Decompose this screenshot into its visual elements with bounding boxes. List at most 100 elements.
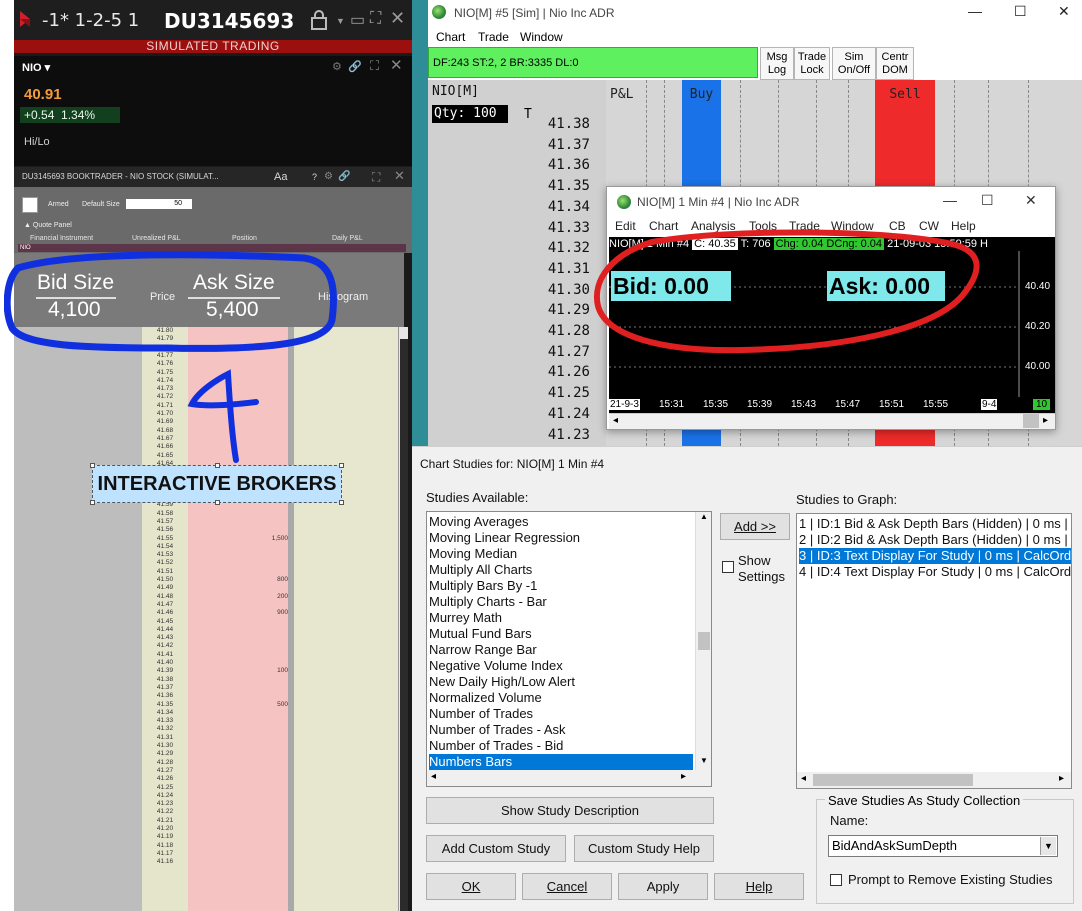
armed-checkbox[interactable] xyxy=(22,197,38,213)
prompt-remove-checkbox[interactable] xyxy=(830,874,842,886)
scroll-right-icon[interactable]: ▸ xyxy=(1059,773,1064,784)
close-icon[interactable]: ✕ xyxy=(1025,192,1037,209)
study-available-item[interactable]: Mutual Fund Bars xyxy=(429,626,693,642)
study-available-item[interactable]: New Daily High/Low Alert xyxy=(429,674,693,690)
scroll-left-icon[interactable]: ◂ xyxy=(613,415,618,426)
study-available-item[interactable]: Numbers Bars xyxy=(429,754,693,770)
menu-help[interactable]: Help xyxy=(951,219,976,233)
studies-to-graph-list[interactable]: 1 | ID:1 Bid & Ask Depth Bars (Hidden) |… xyxy=(796,513,1072,789)
ladder-scrollbar[interactable] xyxy=(398,327,408,911)
resize-handle[interactable] xyxy=(90,500,95,505)
add-custom-study-button[interactable]: Add Custom Study xyxy=(426,835,566,862)
add-study-button[interactable]: Add >> xyxy=(720,513,790,540)
scrollbar-thumb[interactable] xyxy=(1023,414,1039,428)
study-available-item[interactable]: Number of Trades xyxy=(429,706,693,722)
close-icon[interactable]: ✕ xyxy=(1058,3,1070,20)
msg-log-button[interactable]: Msg Log xyxy=(760,47,794,80)
lock-icon[interactable] xyxy=(310,10,328,30)
menu-tools[interactable]: Tools xyxy=(749,219,777,233)
link-icon[interactable]: 🔗 xyxy=(348,60,362,73)
help-icon[interactable]: ? xyxy=(312,167,317,187)
resize-handle[interactable] xyxy=(339,500,344,505)
menu-chart[interactable]: Chart xyxy=(649,219,678,233)
study-available-item[interactable]: Moving Averages xyxy=(429,514,693,530)
scroll-right-icon[interactable]: ▸ xyxy=(1043,415,1048,426)
resize-handle[interactable] xyxy=(339,463,344,468)
scrollbar-thumb[interactable] xyxy=(698,632,710,650)
study-available-item[interactable]: Multiply All Charts xyxy=(429,562,693,578)
custom-study-help-button[interactable]: Custom Study Help xyxy=(574,835,714,862)
list-hscrollbar[interactable]: ◂ ▸ xyxy=(427,770,711,786)
study-available-item[interactable]: Murrey Math xyxy=(429,610,693,626)
menu-trade[interactable]: Trade xyxy=(789,219,820,233)
study-graph-item[interactable]: 1 | ID:1 Bid & Ask Depth Bars (Hidden) |… xyxy=(799,516,1071,532)
cancel-button[interactable]: Cancel xyxy=(522,873,612,900)
scroll-right-icon[interactable]: ▸ xyxy=(681,771,686,782)
scroll-down-icon[interactable]: ▼ xyxy=(700,756,708,765)
study-available-item[interactable]: Multiply Bars By -1 xyxy=(429,578,693,594)
expand-icon[interactable]: ⛶ xyxy=(372,167,380,187)
portfolio-row[interactable]: NIO xyxy=(18,244,406,252)
show-study-description-button[interactable]: Show Study Description xyxy=(426,797,714,824)
centre-dom-button[interactable]: Centr DOM xyxy=(876,47,914,80)
symbol-selector[interactable]: NIO ▾ xyxy=(22,61,50,74)
study-graph-item[interactable]: 4 | ID:4 Text Display For Study | 0 ms |… xyxy=(799,564,1071,580)
maximize-icon[interactable]: ☐ xyxy=(981,192,994,209)
maximize-icon[interactable]: ☐ xyxy=(1014,3,1027,20)
chart-hscrollbar[interactable]: ◂ ▸ xyxy=(609,413,1055,429)
close-icon[interactable]: ✕ xyxy=(394,166,405,186)
collection-name-combo[interactable]: BidAndAskSumDepth ▼ xyxy=(828,835,1058,857)
font-size-button[interactable]: Aa xyxy=(274,167,287,187)
study-available-item[interactable]: Moving Median xyxy=(429,546,693,562)
apply-button[interactable]: Apply xyxy=(618,873,708,900)
menu-analysis[interactable]: Analysis xyxy=(691,219,736,233)
minimize-icon[interactable]: ▭ xyxy=(350,10,365,30)
sim-toggle-button[interactable]: Sim On/Off xyxy=(832,47,876,80)
study-available-item[interactable]: Negative Volume Index xyxy=(429,658,693,674)
resize-handle[interactable] xyxy=(215,463,220,468)
menu-window[interactable]: Window xyxy=(520,30,563,44)
qty-field[interactable]: Qty: 100 xyxy=(432,105,508,123)
scroll-left-icon[interactable]: ◂ xyxy=(801,773,806,784)
default-size-input[interactable]: 50 xyxy=(126,199,192,209)
study-available-item[interactable]: Multiply Charts - Bar xyxy=(429,594,693,610)
trade-lock-button[interactable]: Trade Lock xyxy=(794,47,830,80)
ladder-bid-column[interactable] xyxy=(14,327,142,911)
ok-button[interactable]: OK xyxy=(426,873,516,900)
minimize-icon[interactable]: — xyxy=(968,3,982,19)
scrollbar-thumb[interactable] xyxy=(813,774,973,786)
quote-panel-toggle[interactable]: ▲ Quote Panel xyxy=(24,222,72,229)
chart-plot-area[interactable]: NIO[M] 1 Min #4 C: 40.35 T: 706 Chg: 0.0… xyxy=(609,237,1055,413)
minimize-icon[interactable]: — xyxy=(943,192,957,208)
list-hscrollbar[interactable]: ◂ ▸ xyxy=(797,772,1071,788)
close-icon[interactable]: ✕ xyxy=(390,56,403,74)
study-available-item[interactable]: Normalized Volume xyxy=(429,690,693,706)
study-available-item[interactable]: Moving Linear Regression xyxy=(429,530,693,546)
close-icon[interactable]: ✕ xyxy=(390,8,405,29)
list-scrollbar[interactable]: ▲ ▼ xyxy=(695,512,711,770)
chevron-down-icon[interactable]: ▼ xyxy=(336,16,345,26)
scroll-left-icon[interactable]: ◂ xyxy=(431,771,436,782)
link-icon[interactable]: 🔗 xyxy=(338,167,350,187)
expand-icon[interactable]: ⛶ xyxy=(370,58,379,74)
settings-gear-icon[interactable]: ⚙ xyxy=(332,60,342,73)
menu-cb[interactable]: CB xyxy=(889,219,906,233)
show-settings-checkbox[interactable] xyxy=(722,561,734,573)
menu-edit[interactable]: Edit xyxy=(615,219,636,233)
menu-chart[interactable]: Chart xyxy=(436,30,465,44)
study-available-item[interactable]: Narrow Range Bar xyxy=(429,642,693,658)
menu-cw[interactable]: CW xyxy=(919,219,939,233)
study-available-item[interactable]: Number of Trades - Ask xyxy=(429,722,693,738)
sell-column-header[interactable]: Sell xyxy=(875,87,935,102)
expand-icon[interactable]: ⛶ xyxy=(370,10,381,28)
menu-trade[interactable]: Trade xyxy=(478,30,509,44)
menu-window[interactable]: Window xyxy=(831,219,874,233)
studies-available-list[interactable]: Moving Averages Moving Linear Regression M… xyxy=(426,511,712,787)
settings-gear-icon[interactable]: ⚙ xyxy=(324,167,333,187)
resize-handle[interactable] xyxy=(215,500,220,505)
chevron-down-icon[interactable]: ▼ xyxy=(1040,837,1056,855)
study-available-item[interactable]: Number of Trades - Bid xyxy=(429,738,693,754)
help-button[interactable]: Help xyxy=(714,873,804,900)
study-graph-item[interactable]: 2 | ID:2 Bid & Ask Depth Bars (Hidden) |… xyxy=(799,532,1071,548)
study-graph-item[interactable]: 3 | ID:3 Text Display For Study | 0 ms |… xyxy=(799,548,1071,564)
